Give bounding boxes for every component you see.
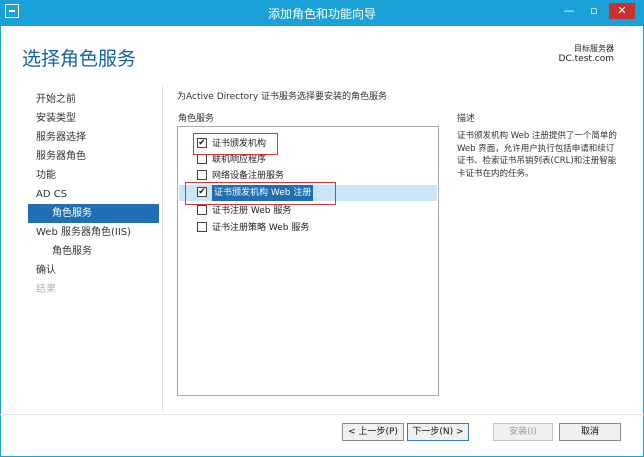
description-heading: 描述 — [457, 114, 476, 124]
target-server-name: DC.test.com — [558, 54, 614, 64]
nav-item-installation-type[interactable]: 安装类型 — [36, 109, 159, 128]
minimize-icon[interactable]: — — [560, 3, 578, 19]
checkbox-cert-enrollment-web-service[interactable] — [197, 205, 207, 215]
checkbox-network-device-enrollment[interactable] — [197, 170, 207, 180]
description-text: 证书颁发机构 Web 注册提供了一个简单的 Web 界面，允许用户执行包括申请和… — [457, 131, 617, 179]
role-services-list[interactable]: ✔ 证书颁发机构 联机响应程序 网络设备注册服务 ✔ 证书颁发机构 Web 注册… — [177, 126, 439, 396]
target-server-caption: 目标服务器 — [574, 44, 614, 53]
nav-item-features[interactable]: 功能 — [36, 166, 159, 185]
nav-item-confirmation[interactable]: 确认 — [36, 261, 159, 280]
maximize-icon[interactable]: ▫ — [585, 3, 603, 19]
nav-item-results: 结果 — [36, 284, 56, 295]
annotation-highlight-box — [193, 133, 278, 155]
install-button: 安装(I) — [493, 423, 553, 441]
nav-item-role-services[interactable]: 角色服务 — [28, 204, 159, 223]
close-icon[interactable]: ✕ — [609, 3, 635, 19]
page-title: 选择角色服务 — [22, 48, 137, 70]
nav-item-before-you-begin[interactable]: 开始之前 — [36, 90, 159, 109]
cancel-button[interactable]: 取消 — [559, 423, 621, 441]
list-item[interactable]: 证书注册策略 Web 服务 — [179, 220, 437, 236]
checkbox-online-responder[interactable] — [197, 154, 207, 164]
list-item[interactable]: 证书注册 Web 服务 — [179, 203, 437, 219]
wizard-nav: 开始之前 安装类型 服务器选择 服务器角色 功能 AD CS 角色服务 Web … — [28, 90, 159, 299]
title-bar[interactable]: 添加角色和功能向导 — ▫ ✕ — [0, 0, 644, 26]
nav-item-web-server-role[interactable]: Web 服务器角色(IIS) — [36, 223, 159, 242]
list-item-label: 证书注册 Web 服务 — [212, 206, 292, 216]
intro-text: 为Active Directory 证书服务选择要安装的角色服务 — [177, 92, 388, 102]
target-server: 目标服务器 DC.test.com — [559, 43, 614, 65]
annotation-highlight-box — [185, 182, 336, 205]
role-services-heading: 角色服务 — [178, 114, 215, 124]
nav-item-server-roles[interactable]: 服务器角色 — [36, 147, 159, 166]
list-item-label: 证书注册策略 Web 服务 — [212, 223, 310, 233]
nav-item-server-selection[interactable]: 服务器选择 — [36, 128, 159, 147]
nav-item-ad-cs[interactable]: AD CS — [36, 185, 159, 204]
footer-divider — [0, 414, 644, 415]
next-button[interactable]: 下一步(N) > — [407, 423, 469, 441]
checkbox-cert-enrollment-policy-web-service[interactable] — [197, 222, 207, 232]
window-title: 添加角色和功能向导 — [267, 7, 376, 21]
nav-item-web-role-services[interactable]: 角色服务 — [36, 242, 159, 261]
previous-button[interactable]: < 上一步(P) — [342, 423, 404, 441]
nav-divider — [162, 86, 163, 411]
